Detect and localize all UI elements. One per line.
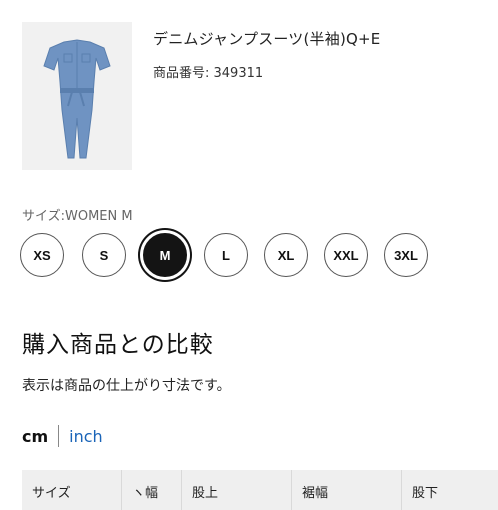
measurement-table-header: サイズ ヽ幅 股上 裾幅 股下 xyxy=(22,470,498,510)
unit-inch-link[interactable]: inch xyxy=(69,427,103,446)
jumpsuit-image xyxy=(22,22,132,170)
unit-cm-option[interactable]: cm xyxy=(22,427,48,446)
column-header-width: ヽ幅 xyxy=(122,470,182,510)
compare-note: 表示は商品の仕上がり寸法です。 xyxy=(22,378,231,394)
size-option-xl[interactable]: XL xyxy=(264,233,308,277)
size-option-l[interactable]: L xyxy=(204,233,248,277)
column-header-size: サイズ xyxy=(22,470,122,510)
size-option-m[interactable]: M xyxy=(143,233,187,277)
product-number: 商品番号: 349311 xyxy=(153,66,264,81)
size-option-3xl[interactable]: 3XL xyxy=(384,233,428,277)
selected-size-label: サイズ:WOMEN M xyxy=(22,209,133,224)
size-option-xs[interactable]: XS xyxy=(20,233,64,277)
size-option-s[interactable]: S xyxy=(82,233,126,277)
size-option-xxl[interactable]: XXL xyxy=(324,233,368,277)
column-header-inseam: 股下 xyxy=(412,486,439,501)
size-selector: XS S M L XL XXL 3XL xyxy=(20,233,490,281)
unit-toggle: cm inch xyxy=(22,425,103,447)
column-header-hem-width: 裾幅 xyxy=(292,470,402,510)
unit-divider xyxy=(58,425,60,447)
product-name: デニムジャンプスーツ(半袖)Q+E xyxy=(153,30,381,48)
column-header-rise: 股上 xyxy=(182,470,292,510)
compare-title: 購入商品との比較 xyxy=(22,332,214,358)
product-image[interactable] xyxy=(22,22,132,170)
